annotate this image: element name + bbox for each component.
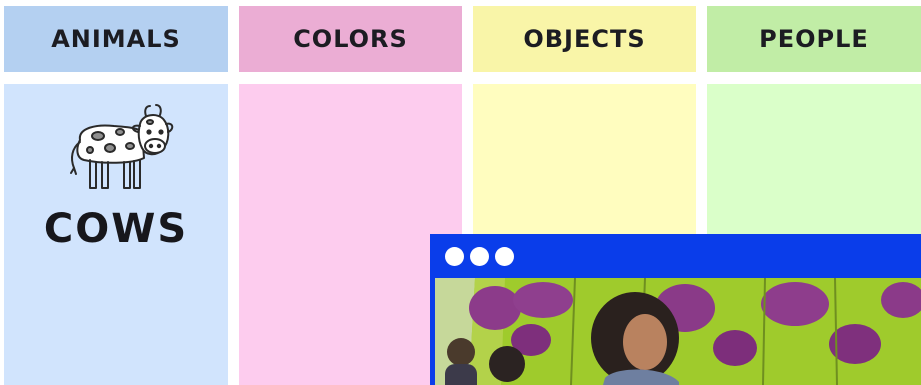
category-column-animals: COWS <box>4 84 228 385</box>
category-header-animals: ANIMALS <box>4 6 228 72</box>
category-header-label: ANIMALS <box>51 25 181 53</box>
cow-illustration <box>70 104 174 189</box>
category-header-objects: OBJECTS <box>473 6 696 72</box>
category-header-label: OBJECTS <box>523 25 646 53</box>
category-header-colors: COLORS <box>239 6 462 72</box>
category-header-people: PEOPLE <box>707 6 921 72</box>
category-header-label: PEOPLE <box>759 25 869 53</box>
window-dot-icon <box>495 246 514 266</box>
video-window[interactable] <box>430 234 921 385</box>
card-word: COWS <box>43 206 189 252</box>
window-dot-icon <box>445 246 464 266</box>
video-frame[interactable] <box>435 278 921 385</box>
video-scene-image <box>435 278 921 385</box>
window-dot-icon <box>470 246 489 266</box>
window-titlebar <box>430 234 921 278</box>
category-header-label: COLORS <box>293 25 408 53</box>
category-column-colors <box>239 84 462 385</box>
